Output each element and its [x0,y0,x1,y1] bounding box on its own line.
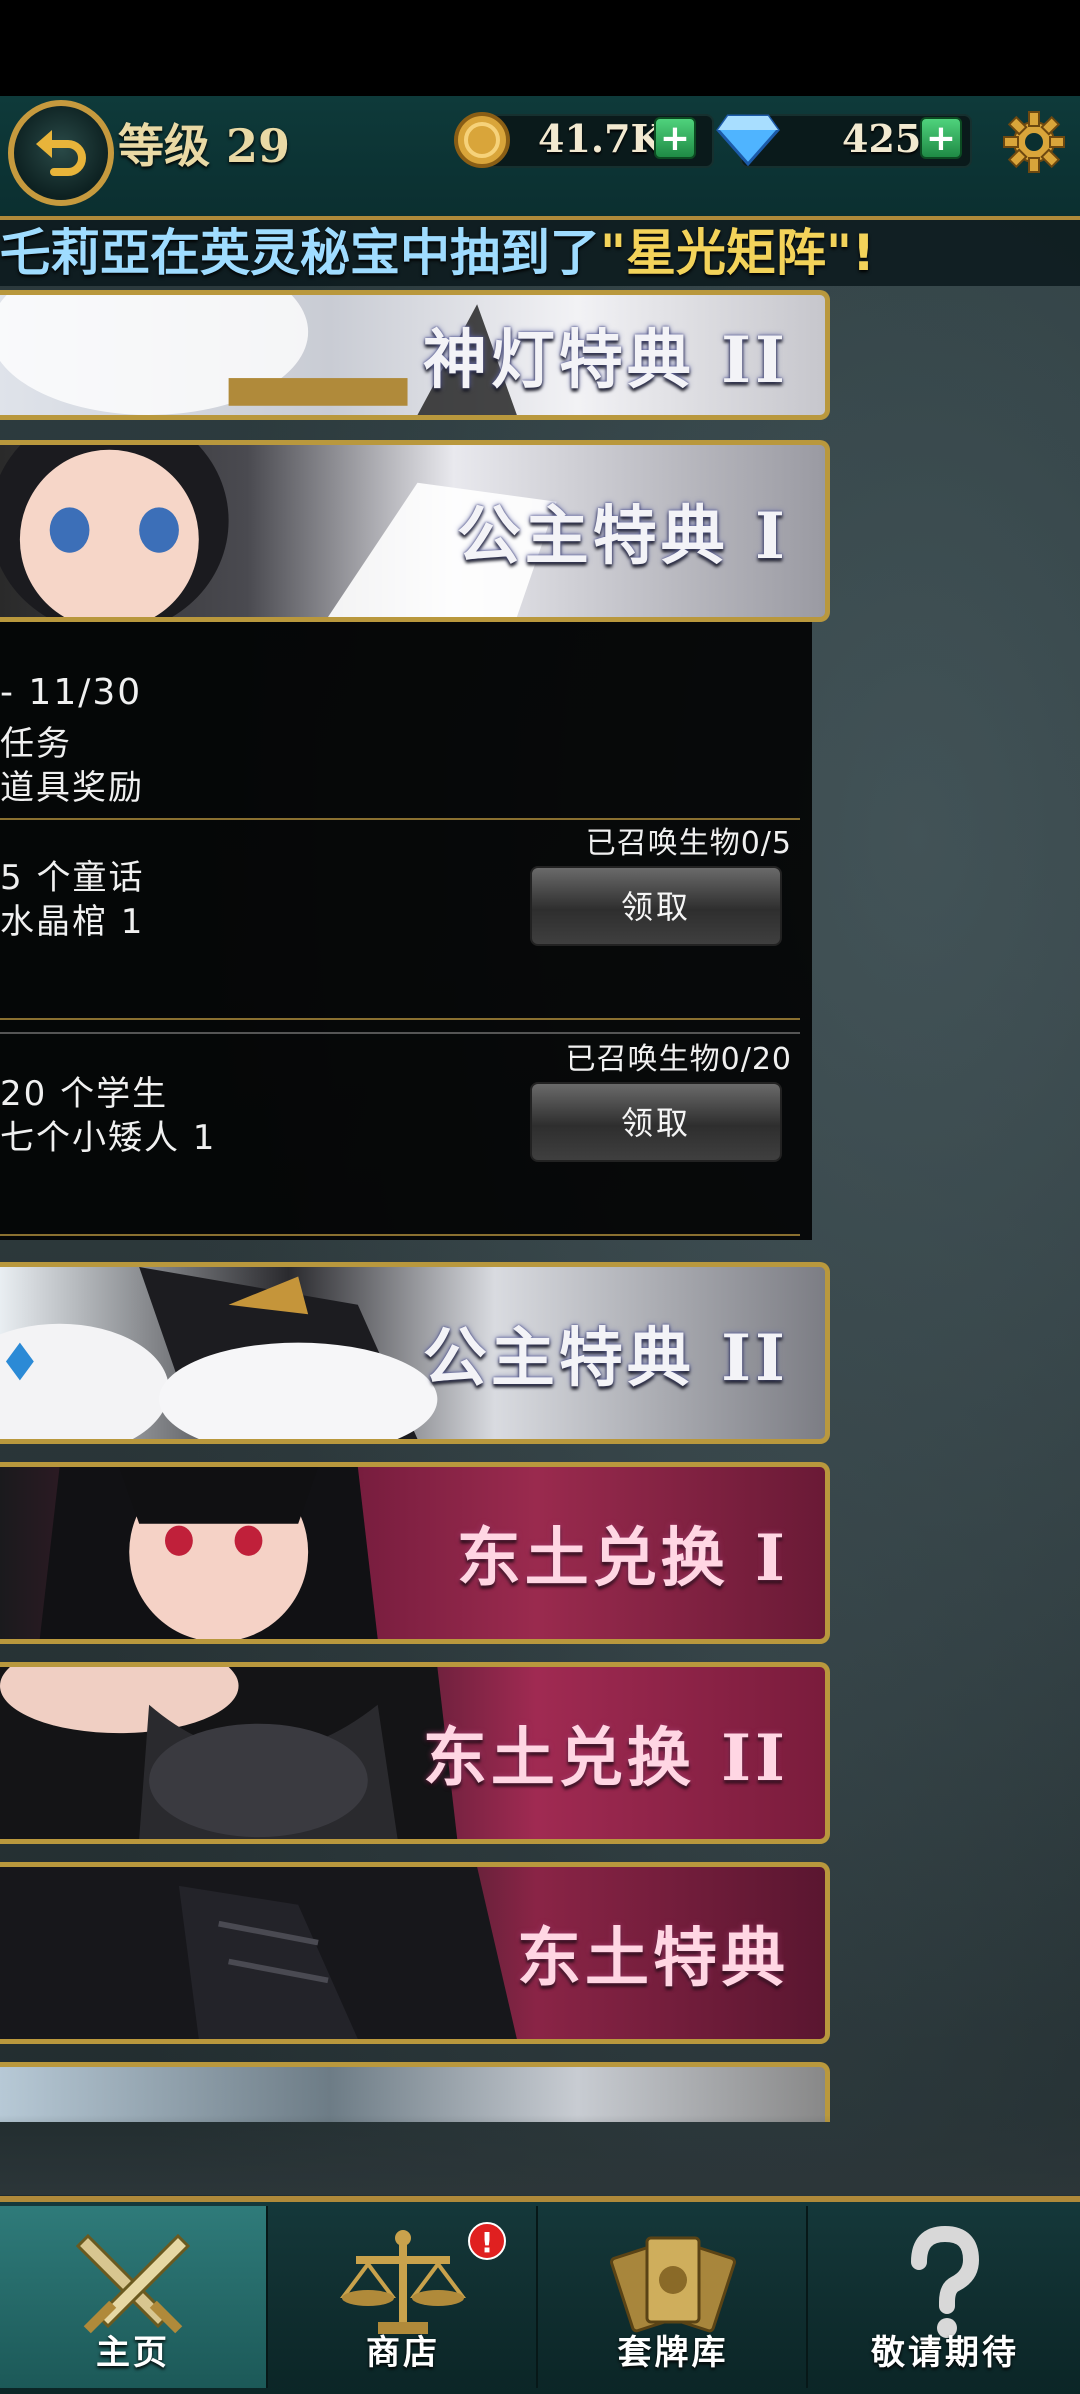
divider [0,1234,800,1236]
bottom-fade [0,2115,1080,2195]
banner-princess-special-1[interactable]: 公主特典 I [0,440,830,622]
back-arrow-icon [36,130,86,176]
settings-gear-icon[interactable] [1000,108,1068,176]
claim-button[interactable]: 领取 [530,866,782,946]
notification-badge: ! [468,2222,506,2260]
claim-button[interactable]: 领取 [530,1082,782,1162]
gem-value: 425 [842,116,922,161]
quest-reward: 水晶棺 1 [0,902,145,942]
quest-description: 20 个学生 [0,1074,169,1114]
back-button[interactable] [8,100,114,206]
tab-label: 套牌库 [617,2333,729,2373]
banner-east-exchange-2[interactable]: 东土兑换 II [0,1662,830,1844]
tab-home[interactable]: 主页 [0,2206,268,2388]
gold-coin-icon [454,112,510,168]
tab-label: 主页 [96,2333,170,2373]
announcement-ticker: 乇莉亞在英灵秘宝中抽到了"星光矩阵"! [0,220,1080,286]
quest-reward: 七个小矮人 1 [0,1118,217,1158]
quest-progress: 已召唤生物0/5 [585,826,792,861]
event-line-task: 任务 [0,724,72,764]
tab-coming-soon[interactable]: 敬请期待 [810,2206,1080,2388]
player-level: 等级 29 [118,119,291,173]
quest-description: 5 个童话 [0,858,145,898]
banner-lamp-special-2[interactable]: 神灯特典 II [0,290,830,420]
banner-partial[interactable] [0,2062,830,2122]
event-date: - 11/30 [0,672,143,713]
banner-east-exchange-1[interactable]: 东土兑换 I [0,1462,830,1644]
add-gem-button[interactable]: + [920,117,962,159]
diamond-icon [716,114,780,166]
banner-title: 公主特典 II [422,1321,789,1396]
event-line-reward: 道具奖励 [0,768,144,808]
banner-title: 神灯特典 II [422,323,789,398]
add-gold-button[interactable]: + [654,117,696,159]
divider [0,1018,800,1020]
banner-east-special[interactable]: 东土特典 [0,1862,830,2044]
gold-value: 41.7K [538,116,664,161]
ticker-highlight: "星光矩阵"! [600,224,875,282]
banner-princess-special-2[interactable]: 公主特典 II [0,1262,830,1444]
event-detail-panel: - 11/30 任务 道具奖励 已召唤生物0/5 5 个童话 水晶棺 1 领取 … [0,622,812,1240]
banner-title: 东土特典 [517,1921,789,1996]
tab-label: 敬请期待 [871,2333,1019,2373]
banner-title: 东土兑换 II [422,1721,789,1796]
banner-title: 东土兑换 I [456,1521,789,1596]
banner-title: 公主特典 I [456,499,789,574]
tab-deck-library[interactable]: 套牌库 [540,2206,808,2388]
quest-progress: 已召唤生物0/20 [565,1042,792,1077]
status-bar [0,0,1080,96]
ticker-text: 乇莉亞在英灵秘宝中抽到了 [0,224,600,282]
tab-label: 商店 [366,2333,440,2373]
